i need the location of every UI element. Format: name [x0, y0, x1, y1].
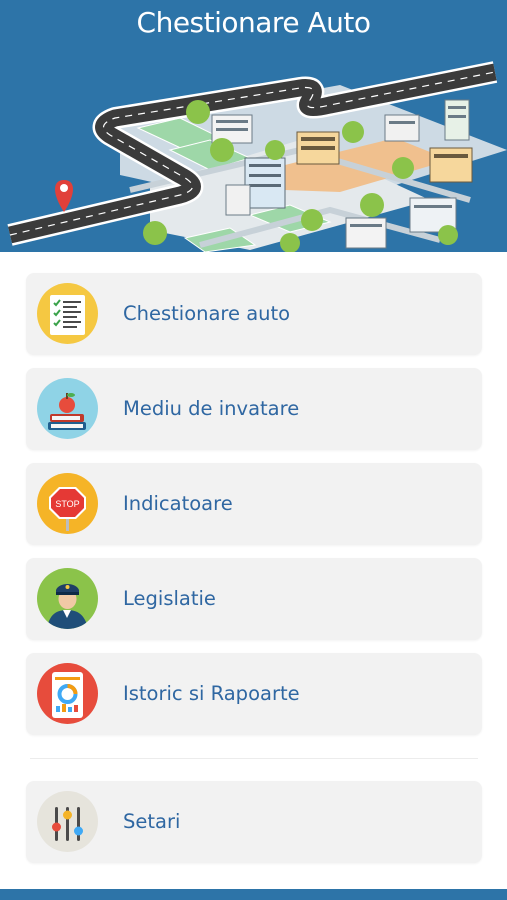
menu-item-label: Setari — [123, 810, 181, 833]
footer-bar — [0, 889, 507, 900]
menu-item-legislatie[interactable]: Legislatie — [26, 558, 482, 640]
header-banner: Chestionare Auto — [0, 0, 507, 252]
menu-divider — [30, 758, 478, 759]
sliders-icon — [37, 791, 98, 852]
menu-item-label: Mediu de invatare — [123, 397, 300, 420]
menu-item-label: Chestionare auto — [123, 302, 291, 325]
menu-item-indicatoare[interactable]: STOP Indicatoare — [26, 463, 482, 545]
menu-item-mediu-de-invatare[interactable]: Mediu de invatare — [26, 368, 482, 450]
menu-item-setari[interactable]: Setari — [26, 781, 482, 863]
menu-item-label: Istoric si Rapoarte — [123, 682, 300, 705]
stop-sign-icon: STOP — [37, 473, 98, 534]
police-officer-icon — [37, 568, 98, 629]
svg-text:STOP: STOP — [55, 499, 79, 509]
menu-item-label: Indicatoare — [123, 492, 233, 515]
books-apple-icon — [37, 378, 98, 439]
checklist-icon — [37, 283, 98, 344]
menu-item-chestionare-auto[interactable]: Chestionare auto — [26, 273, 482, 355]
app-title: Chestionare Auto — [136, 6, 371, 39]
report-chart-icon — [37, 663, 98, 724]
menu-item-label: Legislatie — [123, 587, 216, 610]
menu-item-istoric-si-rapoarte[interactable]: Istoric si Rapoarte — [26, 653, 482, 735]
